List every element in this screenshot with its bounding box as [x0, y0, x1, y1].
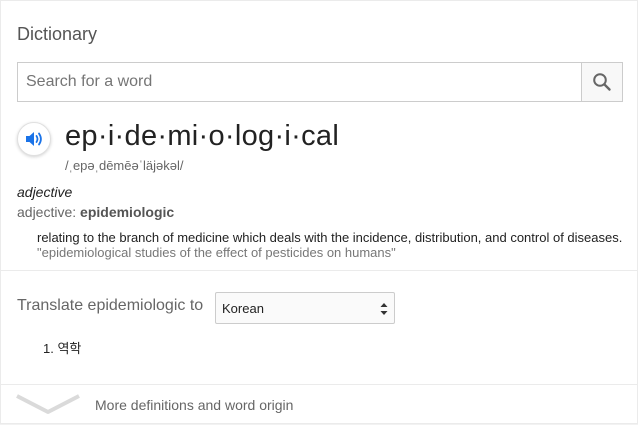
panel-title: Dictionary: [17, 24, 98, 44]
dictionary-panel: Dictionary ep·i·de·mi·o·log·i·cal /ˌepəˌ…: [0, 0, 638, 424]
definition-text: relating to the branch of medicine which…: [37, 230, 623, 245]
translate-label: Translate epidemiologic to: [17, 297, 204, 314]
section-divider: [1, 270, 638, 271]
alternate-form: adjective: epidemiologic: [17, 204, 174, 220]
translation-text: 역학: [57, 341, 82, 356]
example-sentence: "epidemiological studies of the effect o…: [37, 245, 396, 260]
translation-number: 1.: [43, 341, 54, 356]
language-select[interactable]: Korean: [215, 292, 395, 324]
headword: ep·i·de·mi·o·log·i·cal: [65, 120, 340, 152]
search-button[interactable]: [581, 63, 622, 101]
alternate-form-prefix: adjective:: [17, 204, 81, 220]
phonetic-spelling: /ˌepəˌdēmēəˈläjəkəl/: [65, 158, 184, 173]
speaker-icon: [26, 132, 42, 146]
part-of-speech: adjective: [17, 184, 73, 200]
search-icon: [593, 73, 611, 91]
select-arrows-icon: [380, 303, 388, 315]
translation-result-item: 1. 역학: [43, 338, 81, 357]
pronunciation-audio-button[interactable]: [17, 122, 51, 156]
more-definitions-link[interactable]: More definitions and word origin: [1, 385, 638, 425]
more-definitions-label: More definitions and word origin: [95, 397, 294, 413]
alternate-form-word: epidemiologic: [80, 204, 175, 220]
search-input[interactable]: [18, 63, 582, 101]
search-box: [17, 62, 623, 102]
chevron-down-icon: [16, 394, 80, 414]
selected-language: Korean: [222, 300, 264, 316]
